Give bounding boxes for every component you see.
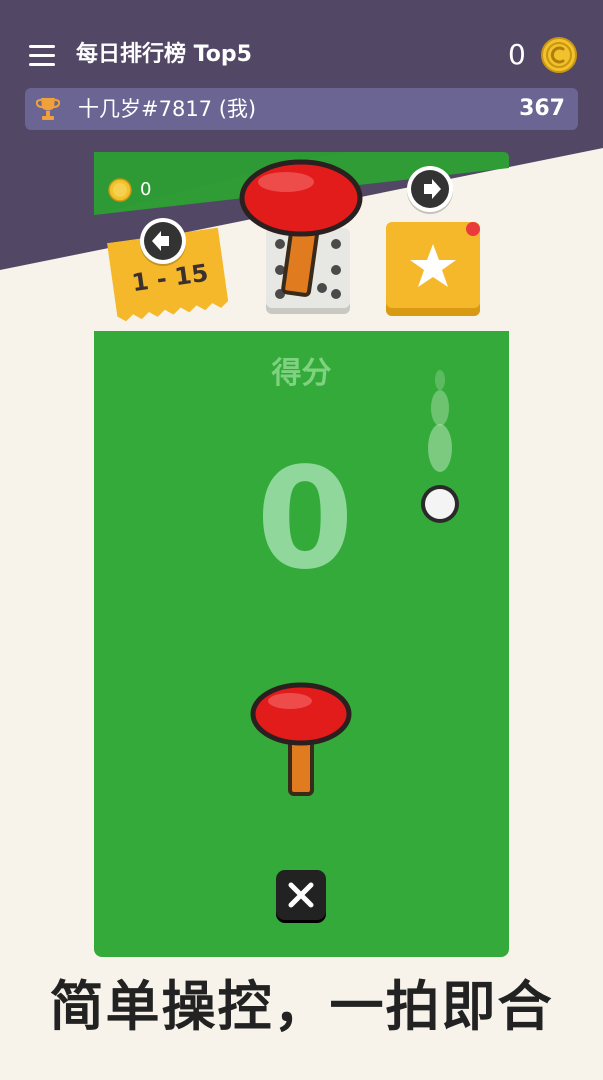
coin-icon (108, 178, 132, 202)
arrow-right-icon (424, 179, 441, 199)
player-paddle[interactable] (250, 682, 354, 798)
arrow-left-icon (152, 231, 169, 251)
coin-balance: 0 (508, 38, 526, 71)
close-icon (288, 882, 314, 908)
ball (421, 370, 459, 523)
notification-dot (466, 222, 480, 236)
player-name: 十几岁#7817 (我) (78, 97, 257, 121)
star-icon (410, 244, 456, 287)
menu-icon[interactable] (29, 45, 55, 67)
promo-tagline: 简单操控，一拍即合 (49, 975, 554, 1038)
coin-icon (541, 37, 577, 73)
shop-coin-count: 0 (140, 179, 152, 200)
close-button[interactable] (276, 870, 326, 920)
score-label: 得分 (271, 356, 332, 391)
prev-level-button[interactable] (140, 218, 186, 264)
next-button[interactable] (407, 166, 453, 212)
trophy-icon (36, 98, 60, 120)
score-value: 0 (256, 438, 354, 601)
favorites-button[interactable] (386, 222, 480, 316)
leaderboard-title: 每日排行榜 Top5 (76, 42, 252, 67)
paddle-icon (239, 159, 363, 297)
player-score: 367 (519, 96, 565, 121)
